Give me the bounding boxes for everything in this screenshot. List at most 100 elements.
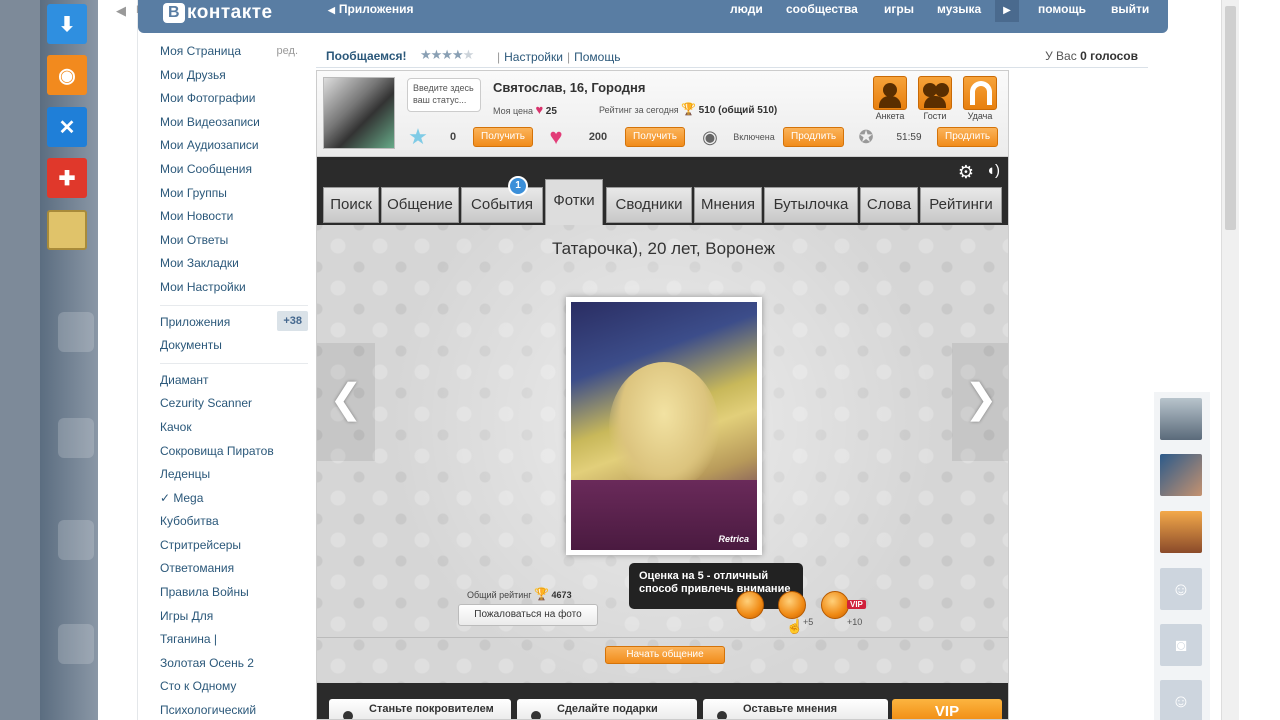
extend-vip-button[interactable]: Продлить xyxy=(937,127,999,147)
app-settings-link[interactable]: Настройки xyxy=(504,50,563,64)
browser-gutter: ◀ На xyxy=(98,0,150,720)
menu-item-documents[interactable]: Документы xyxy=(160,337,308,361)
download-icon[interactable]: ⬇ xyxy=(47,4,87,44)
photo-image: Retrica xyxy=(571,302,757,550)
page-scrollbar[interactable] xyxy=(1221,0,1239,720)
menu-item-news[interactable]: Мои Новости xyxy=(160,208,308,232)
become-patron-label: Станьте покровителем xyxy=(369,703,494,715)
menu-game-item[interactable]: Кубобитва xyxy=(160,513,308,537)
hand-cursor-icon: ☝ xyxy=(786,618,804,634)
back-arrow-icon[interactable]: ◀ xyxy=(116,3,126,19)
profile-icon[interactable] xyxy=(873,76,907,110)
horseshoe-shape xyxy=(970,81,992,105)
menu-item-groups[interactable]: Мои Группы xyxy=(160,185,308,209)
tab-ratings[interactable]: Рейтинги xyxy=(920,187,1002,223)
menu-game-item[interactable]: Правила Войны xyxy=(160,584,308,608)
rating-today-value: 510 (общий 510) xyxy=(698,105,778,116)
menu-game-item[interactable]: Ответомания xyxy=(160,560,308,584)
menu-item-videos[interactable]: Мои Видеозаписи xyxy=(160,114,308,138)
tab-events[interactable]: События 1 xyxy=(461,176,543,223)
menu-game-item[interactable]: Тяганина | xyxy=(160,631,308,655)
silhouette-body xyxy=(879,96,901,108)
report-photo-button[interactable]: Пожаловаться на фото xyxy=(458,604,598,626)
get-stars-button[interactable]: Получить xyxy=(473,127,533,147)
gear-icon[interactable]: ⚙ xyxy=(958,162,974,183)
user-photo[interactable]: Retrica xyxy=(566,297,762,555)
give-gifts-button[interactable]: Сделайте подарки xyxy=(517,699,697,719)
vip-button[interactable]: VIP xyxy=(892,699,1002,719)
menu-game-item[interactable]: Стритрейсеры xyxy=(160,537,308,561)
tools-icon[interactable]: ✕ xyxy=(47,107,87,147)
rate-vip-smile-icon[interactable] xyxy=(821,591,849,619)
heart-icon: ♥ xyxy=(549,124,563,149)
menu-item-messages[interactable]: Мои Сообщения xyxy=(160,161,308,185)
vk-logo[interactable]: В контакте xyxy=(163,0,273,26)
menu-game-item[interactable]: Психологический xyxy=(160,702,308,720)
next-photo-arrow-icon[interactable]: ❯ xyxy=(952,343,1008,461)
nav-help[interactable]: помощь xyxy=(1038,2,1086,16)
nav-logout[interactable]: выйти xyxy=(1111,2,1149,16)
status-input[interactable]: Введите здесь ваш статус... xyxy=(407,78,481,112)
rss-icon[interactable]: ◉ xyxy=(47,55,87,95)
menu-item-answers[interactable]: Мои Ответы xyxy=(160,232,308,256)
scrollbar-thumb[interactable] xyxy=(1225,6,1236,230)
menu-item-settings[interactable]: Мои Настройки xyxy=(160,279,308,303)
nav-more-arrow-icon[interactable]: ▶ xyxy=(995,0,1019,22)
start-chat-button[interactable]: Начать общение xyxy=(605,646,725,664)
edit-link[interactable]: ред. xyxy=(277,43,298,59)
leave-opinions-button[interactable]: Оставьте мнения xyxy=(703,699,888,719)
guests-icon[interactable] xyxy=(918,76,952,110)
profile-icon-label: Анкета xyxy=(875,111,905,121)
gamepad-icon[interactable]: ✚ xyxy=(47,158,87,198)
menu-game-item[interactable]: Cezurity Scanner xyxy=(160,395,308,419)
rate-5-smile-icon[interactable] xyxy=(778,591,806,619)
chevron-left-icon: ◀ xyxy=(328,5,335,15)
nav-games[interactable]: игры xyxy=(884,2,914,16)
app-title[interactable]: Пообщаемся! xyxy=(326,49,407,63)
menu-game-item[interactable]: Золотая Осень 2 xyxy=(160,655,308,679)
nav-people[interactable]: люди xyxy=(730,2,763,16)
tab-bottle[interactable]: Бутылочка xyxy=(764,187,858,223)
menu-item-friends[interactable]: Мои Друзья xyxy=(160,67,308,91)
divider xyxy=(317,637,1008,638)
apps-breadcrumb[interactable]: ◀ Приложения xyxy=(328,2,414,16)
rate-smile-icon[interactable] xyxy=(736,591,764,619)
avatar[interactable] xyxy=(323,77,395,149)
menu-game-item[interactable]: Сокровища Пиратов xyxy=(160,443,308,467)
friend-avatar[interactable] xyxy=(1160,398,1202,440)
menu-item-photos[interactable]: Мои Фотографии xyxy=(160,90,308,114)
menu-item-my-page[interactable]: Моя Страница ред. xyxy=(160,43,308,67)
menu-game-item[interactable]: Качок xyxy=(160,419,308,443)
menu-game-item[interactable]: Сто к Одному xyxy=(160,678,308,702)
tab-matchmakers[interactable]: Сводники xyxy=(606,187,692,223)
menu-item-apps[interactable]: Приложения +38 xyxy=(160,310,308,338)
friend-avatar[interactable] xyxy=(1160,511,1202,553)
tab-opinions[interactable]: Мнения xyxy=(694,187,762,223)
sound-icon[interactable]: ◖) xyxy=(986,162,1000,179)
overall-rating-value: 4673 xyxy=(551,590,572,600)
menu-game-item[interactable]: Леденцы xyxy=(160,466,308,490)
friend-placeholder-icon[interactable]: ☺ xyxy=(1160,680,1202,720)
menu-game-item[interactable]: Игры Для xyxy=(160,608,308,632)
menu-item-audio[interactable]: Мои Аудиозаписи xyxy=(160,137,308,161)
friend-placeholder-icon[interactable]: ☺ xyxy=(1160,568,1202,610)
nav-communities[interactable]: сообщества xyxy=(786,2,858,16)
horseshoe-icon[interactable] xyxy=(963,76,997,110)
menu-game-item[interactable]: Диамант xyxy=(160,372,308,396)
friend-avatar[interactable] xyxy=(1160,454,1202,496)
tab-search[interactable]: Поиск xyxy=(323,187,379,223)
nav-music[interactable]: музыка xyxy=(937,2,981,16)
camera-placeholder-icon[interactable]: ◙ xyxy=(1160,624,1202,666)
tab-chat[interactable]: Общение xyxy=(381,187,459,223)
get-hearts-button[interactable]: Получить xyxy=(625,127,685,147)
app-help-link[interactable]: Помощь xyxy=(574,50,620,64)
prev-photo-arrow-icon[interactable]: ❮ xyxy=(317,343,375,461)
notes-icon[interactable] xyxy=(47,210,87,250)
tab-photos[interactable]: Фотки xyxy=(545,179,603,225)
apps-breadcrumb-label: Приложения xyxy=(338,2,414,16)
tab-words[interactable]: Слова xyxy=(860,187,918,223)
menu-game-item-active[interactable]: ✓ Mega xyxy=(160,490,308,514)
menu-item-bookmarks[interactable]: Мои Закладки xyxy=(160,255,308,279)
become-patron-button[interactable]: Станьте покровителем xyxy=(329,699,511,719)
extend-eye-button[interactable]: Продлить xyxy=(783,127,845,147)
